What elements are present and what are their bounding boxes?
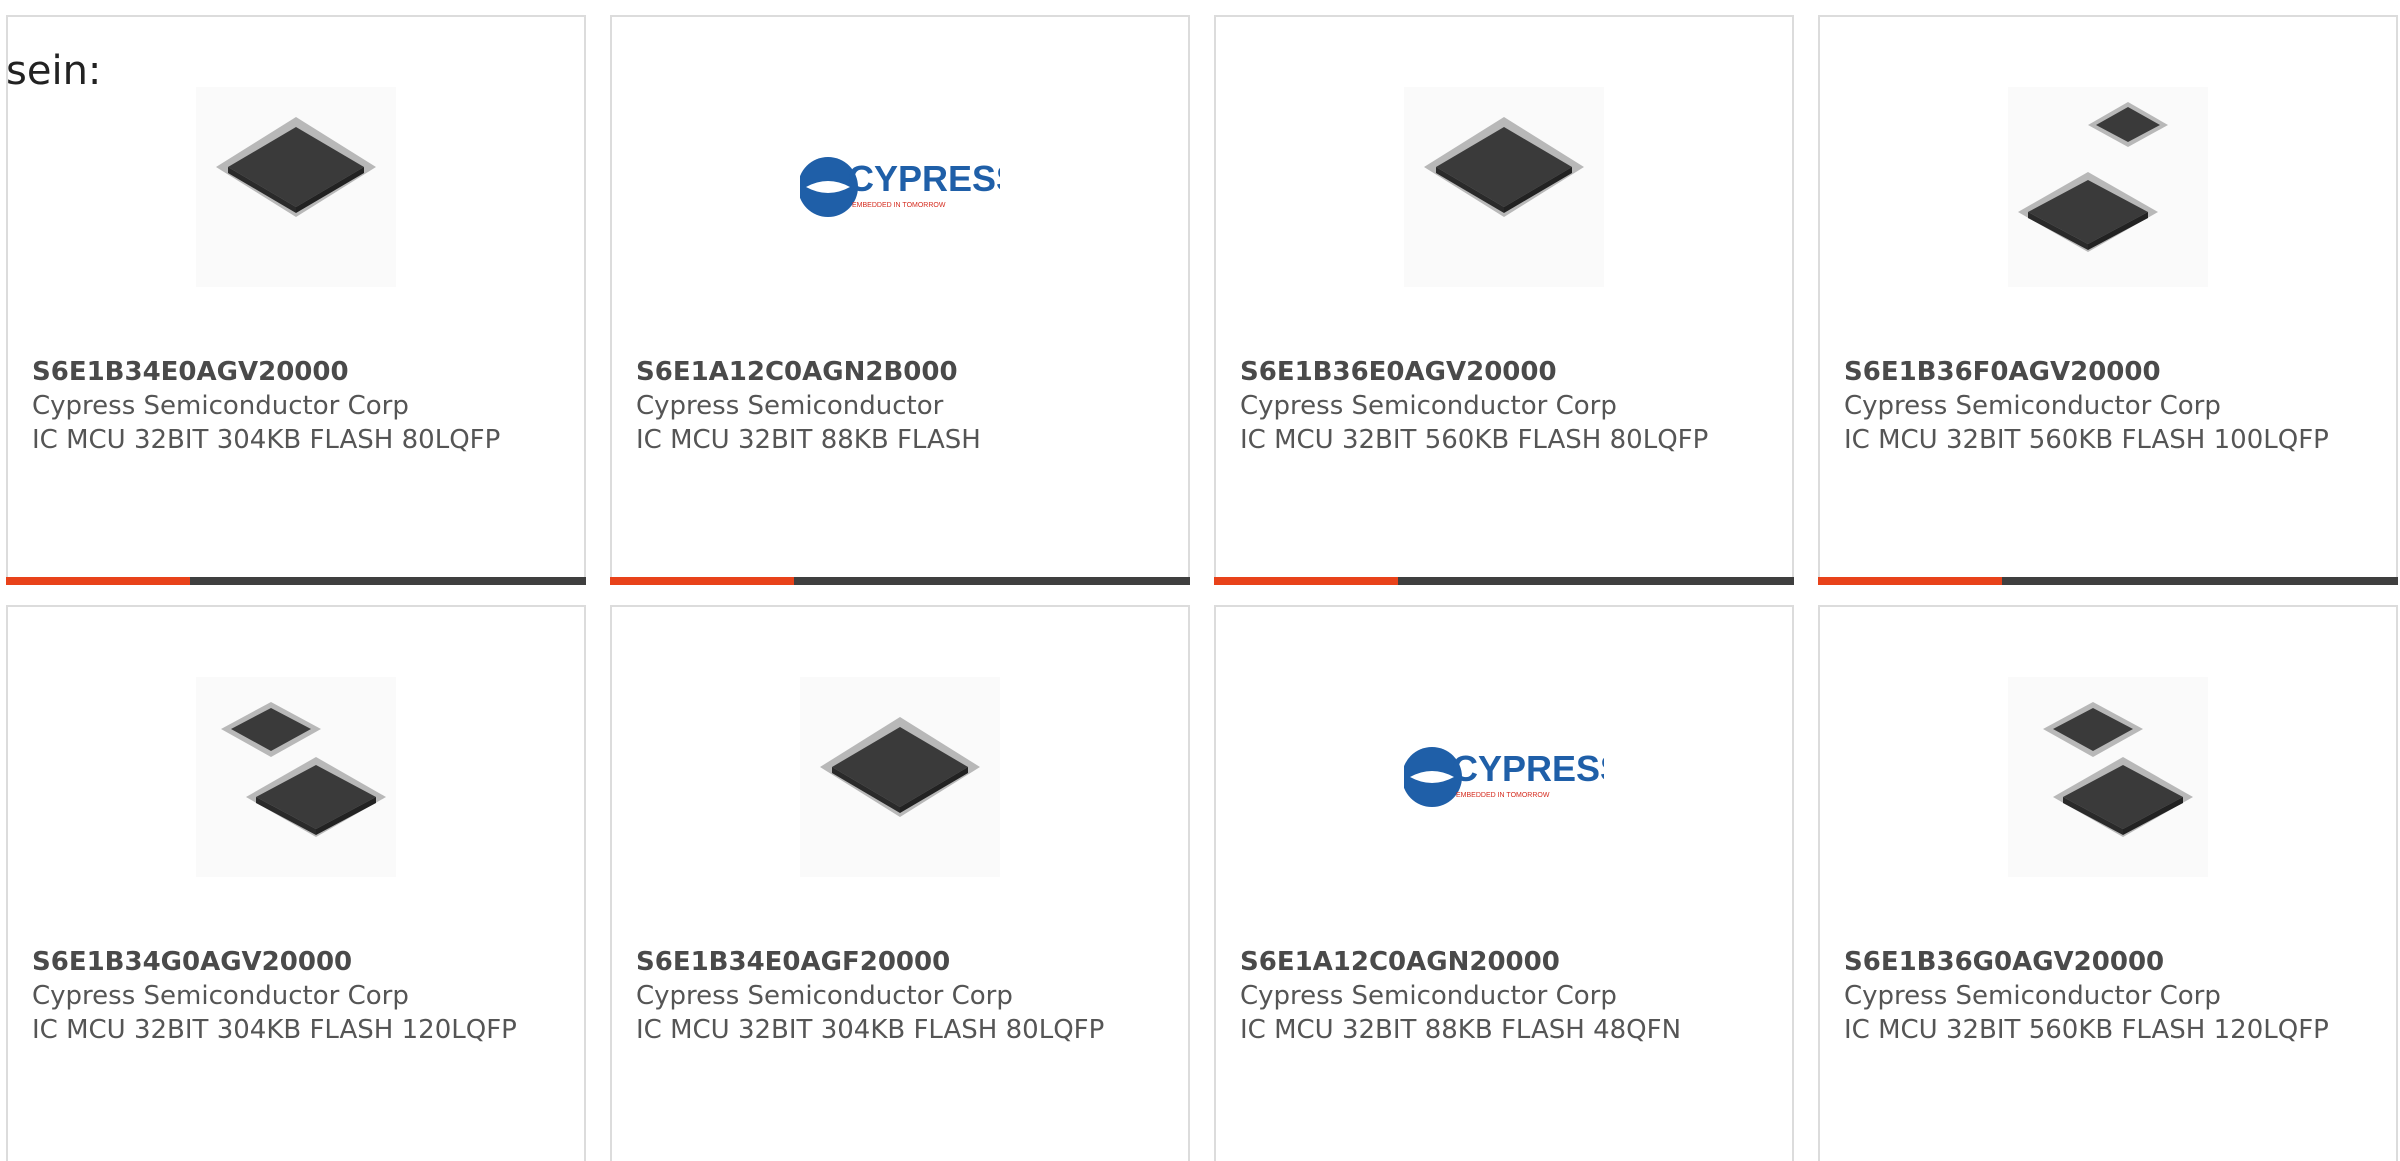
product-image[interactable]: [196, 87, 396, 287]
product-card[interactable]: S6E1B34E0AGF20000 Cypress Semiconductor …: [610, 605, 1190, 1161]
svg-text:CYPRESS: CYPRESS: [1452, 748, 1604, 789]
chip-single-icon: [820, 717, 980, 817]
part-number[interactable]: S6E1B34E0AGV20000: [32, 355, 564, 389]
svg-text:CYPRESS: CYPRESS: [848, 158, 1000, 199]
product-info: S6E1B36G0AGV20000 Cypress Semiconductor …: [1844, 945, 2376, 1047]
product-description: IC MCU 32BIT 560KB FLASH 80LQFP: [1240, 425, 1709, 455]
product-grid: S6E1B34E0AGV20000 Cypress Semiconductor …: [6, 15, 2400, 1161]
svg-text:EMBEDDED IN TOMORROW: EMBEDDED IN TOMORROW: [1456, 792, 1550, 799]
product-description: IC MCU 32BIT 304KB FLASH 120LQFP: [32, 1015, 517, 1045]
chip-pair-icon: [2043, 702, 2193, 837]
manufacturer: Cypress Semiconductor: [636, 391, 944, 421]
product-listing-page: sein: S6E1B34E0AGV20000 Cypress Semicond…: [0, 0, 2400, 1161]
card-accent-bar: [610, 577, 1190, 585]
product-image[interactable]: [196, 677, 396, 877]
product-card[interactable]: S6E1B34E0AGV20000 Cypress Semiconductor …: [6, 15, 586, 585]
product-card[interactable]: S6E1B36E0AGV20000 Cypress Semiconductor …: [1214, 15, 1794, 585]
manufacturer: Cypress Semiconductor Corp: [32, 391, 409, 421]
manufacturer: Cypress Semiconductor Corp: [636, 981, 1013, 1011]
intro-text: sein:: [6, 48, 102, 94]
part-number[interactable]: S6E1B36G0AGV20000: [1844, 945, 2376, 979]
product-description: IC MCU 32BIT 304KB FLASH 80LQFP: [32, 425, 501, 455]
product-card[interactable]: CYPRESS EMBEDDED IN TOMORROW S6E1A12C0AG…: [1214, 605, 1794, 1161]
product-info: S6E1B34E0AGV20000 Cypress Semiconductor …: [32, 355, 564, 457]
product-description: IC MCU 32BIT 560KB FLASH 120LQFP: [1844, 1015, 2329, 1045]
manufacturer: Cypress Semiconductor Corp: [1240, 391, 1617, 421]
chip-single-icon: [216, 117, 376, 217]
chip-pair-icon: [2018, 102, 2168, 252]
cypress-logo: CYPRESS EMBEDDED IN TOMORROW: [1404, 747, 1604, 807]
part-number[interactable]: S6E1B34G0AGV20000: [32, 945, 564, 979]
product-image[interactable]: CYPRESS EMBEDDED IN TOMORROW: [1404, 677, 1604, 877]
product-info: S6E1A12C0AGN20000 Cypress Semiconductor …: [1240, 945, 1772, 1047]
card-accent-bar: [6, 577, 586, 585]
chip-single-icon: [1424, 117, 1584, 217]
card-accent-bar: [1818, 577, 2398, 585]
manufacturer: Cypress Semiconductor Corp: [1844, 981, 2221, 1011]
product-info: S6E1A12C0AGN2B000 Cypress Semiconductor …: [636, 355, 1168, 457]
product-info: S6E1B34E0AGF20000 Cypress Semiconductor …: [636, 945, 1168, 1047]
manufacturer: Cypress Semiconductor Corp: [1844, 391, 2221, 421]
cypress-logo: CYPRESS EMBEDDED IN TOMORROW: [800, 157, 1000, 217]
product-card[interactable]: S6E1B36G0AGV20000 Cypress Semiconductor …: [1818, 605, 2398, 1161]
product-card[interactable]: CYPRESS EMBEDDED IN TOMORROW S6E1A12C0AG…: [610, 15, 1190, 585]
card-accent-bar: [1214, 577, 1794, 585]
product-description: IC MCU 32BIT 88KB FLASH: [636, 425, 981, 455]
part-number[interactable]: S6E1B36E0AGV20000: [1240, 355, 1772, 389]
svg-text:EMBEDDED IN TOMORROW: EMBEDDED IN TOMORROW: [852, 202, 946, 209]
product-card[interactable]: S6E1B34G0AGV20000 Cypress Semiconductor …: [6, 605, 586, 1161]
product-image[interactable]: [2008, 677, 2208, 877]
product-description: IC MCU 32BIT 304KB FLASH 80LQFP: [636, 1015, 1105, 1045]
part-number[interactable]: S6E1A12C0AGN2B000: [636, 355, 1168, 389]
manufacturer: Cypress Semiconductor Corp: [32, 981, 409, 1011]
part-number[interactable]: S6E1A12C0AGN20000: [1240, 945, 1772, 979]
product-image[interactable]: [2008, 87, 2208, 287]
manufacturer: Cypress Semiconductor Corp: [1240, 981, 1617, 1011]
part-number[interactable]: S6E1B36F0AGV20000: [1844, 355, 2376, 389]
product-image[interactable]: CYPRESS EMBEDDED IN TOMORROW: [800, 87, 1000, 287]
part-number[interactable]: S6E1B34E0AGF20000: [636, 945, 1168, 979]
chip-pair-icon: [221, 702, 386, 837]
product-card[interactable]: S6E1B36F0AGV20000 Cypress Semiconductor …: [1818, 15, 2398, 585]
product-info: S6E1B36E0AGV20000 Cypress Semiconductor …: [1240, 355, 1772, 457]
product-description: IC MCU 32BIT 560KB FLASH 100LQFP: [1844, 425, 2329, 455]
product-description: IC MCU 32BIT 88KB FLASH 48QFN: [1240, 1015, 1682, 1045]
product-image[interactable]: [1404, 87, 1604, 287]
product-info: S6E1B36F0AGV20000 Cypress Semiconductor …: [1844, 355, 2376, 457]
product-info: S6E1B34G0AGV20000 Cypress Semiconductor …: [32, 945, 564, 1047]
product-image[interactable]: [800, 677, 1000, 877]
